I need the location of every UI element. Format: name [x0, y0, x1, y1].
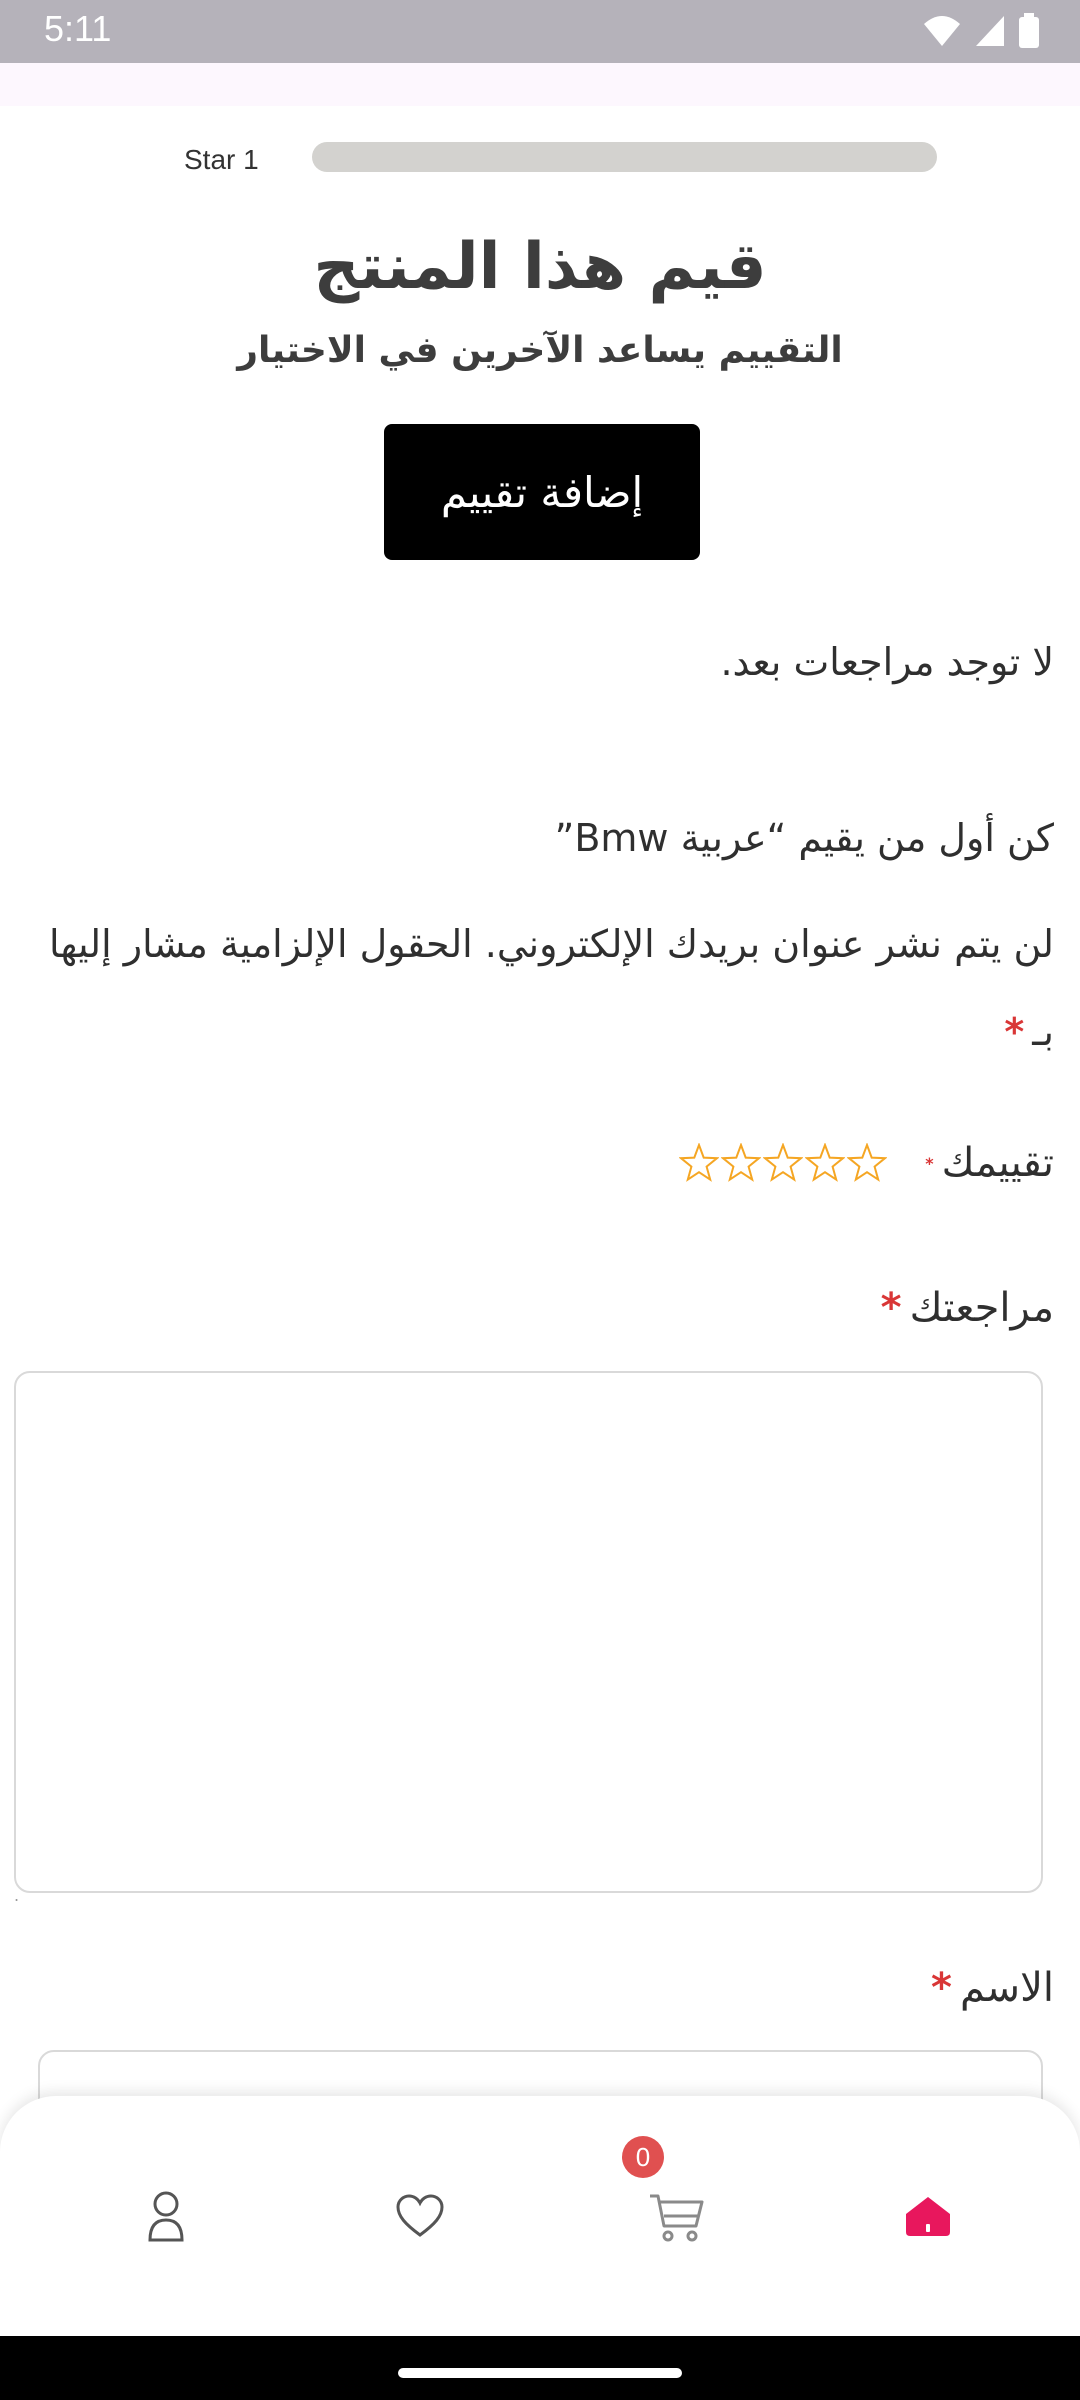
review-textarea[interactable] [14, 1371, 1043, 1893]
name-label-row: الاسم* [923, 1965, 1054, 2011]
review-label-row: مراجعتك* [873, 1285, 1054, 1331]
rating-label: تقييمك [941, 1140, 1054, 1186]
cart-icon [650, 2194, 704, 2242]
system-gesture-bar [0, 2336, 1080, 2400]
signal-icon [976, 16, 1004, 46]
no-reviews-message: لا توجد مراجعات بعد. [720, 640, 1054, 684]
email-note-text: لن يتم نشر عنوان بريدك الإلكتروني. الحقو… [48, 922, 1054, 1054]
required-mark: * [880, 1285, 902, 1331]
rating-distribution-row: Star 1 [0, 136, 1080, 176]
star-rating-input[interactable] [679, 1143, 888, 1183]
nav-home[interactable] [888, 2176, 968, 2256]
page-title: قيم هذا المنتج [313, 230, 767, 304]
gesture-handle[interactable] [398, 2368, 682, 2378]
status-time: 5:11 [44, 8, 112, 49]
rating-field: تقييمك * [679, 1140, 1054, 1186]
nav-account[interactable] [126, 2176, 206, 2256]
status-bar: 5:11 [0, 0, 1080, 63]
star-icon[interactable] [805, 1143, 846, 1183]
rating-bar-track [312, 142, 937, 172]
star-icon[interactable] [721, 1143, 762, 1183]
home-icon [906, 2197, 950, 2236]
rating-bar-label: Star 1 [184, 144, 259, 175]
star-icon[interactable] [679, 1143, 720, 1183]
name-label: الاسم [959, 1965, 1054, 2011]
account-icon [148, 2191, 184, 2242]
required-mark: * [1004, 1010, 1025, 1054]
review-label: مراجعتك [909, 1285, 1054, 1331]
be-first-message: كن أول من يقيم “عربية Bmw” [554, 816, 1054, 860]
wishlist-icon [396, 2194, 444, 2237]
textarea-resize-grip[interactable]: . [14, 1886, 19, 1905]
email-note: لن يتم نشر عنوان بريدك الإلكتروني. الحقو… [24, 900, 1054, 1076]
status-icons [922, 13, 1040, 49]
top-band [0, 63, 1080, 106]
nav-cart[interactable] [636, 2176, 716, 2256]
bottom-nav: 0 [0, 2096, 1080, 2336]
nav-wishlist[interactable] [380, 2176, 460, 2256]
page-subtitle: التقييم يساعد الآخرين في الاختيار [237, 330, 843, 371]
star-icon[interactable] [847, 1143, 888, 1183]
required-mark: * [931, 1965, 952, 2011]
wifi-icon [924, 16, 960, 46]
star-icon[interactable] [763, 1143, 804, 1183]
add-review-button[interactable]: إضافة تقييم [384, 424, 700, 560]
required-mark: * [925, 1153, 934, 1173]
cart-count-badge: 0 [622, 2136, 664, 2178]
battery-icon [1019, 13, 1039, 48]
